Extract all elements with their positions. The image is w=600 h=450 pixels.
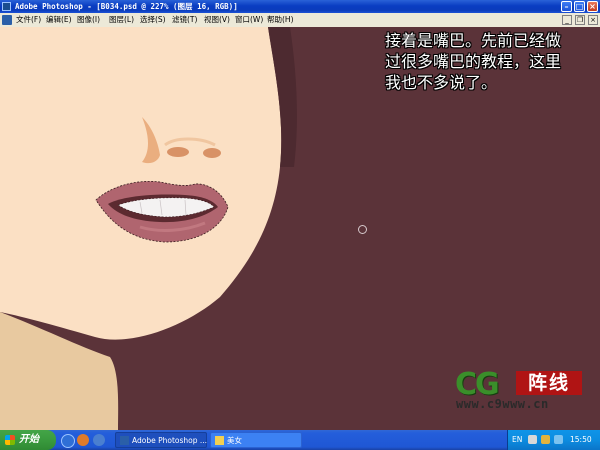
logo-url: www.c9www.cn [456,397,549,411]
logo-zhen: 阵线 [516,371,582,395]
language-indicator[interactable]: EN [512,430,522,450]
task-folder[interactable]: 美女 [210,432,302,448]
menu-window[interactable]: 窗口(W) [235,13,263,27]
watermark-logo: CG 阵线 www.c9www.cn [452,367,592,415]
tray-app-icon[interactable] [541,435,550,444]
document-icon[interactable] [2,15,12,25]
keyboard-icon[interactable] [528,435,537,444]
menu-file[interactable]: 文件(F) [16,13,41,27]
window-title: Adobe Photoshop - [B034.psd @ 227% (图层 1… [15,2,238,11]
menu-layer[interactable]: 图层(L) [109,13,134,27]
brush-cursor [358,225,367,234]
media-icon[interactable] [77,434,89,446]
menu-select[interactable]: 选择(S) [140,13,166,27]
photoshop-task-icon [120,436,129,445]
window-title-bar[interactable]: Adobe Photoshop - [B034.psd @ 227% (图层 1… [0,0,600,13]
photoshop-icon [2,2,11,11]
document-canvas[interactable]: 接着是嘴巴。先前已经做过很多嘴巴的教程，这里我也不多说了。 CG 阵线 www.… [0,27,600,430]
folder-icon [215,436,224,445]
taskbar: 开始 Adobe Photoshop ... 美女 EN 15:50 [0,430,600,450]
volume-icon[interactable] [554,435,563,444]
menu-edit[interactable]: 编辑(E) [46,13,72,27]
system-tray: EN 15:50 [507,430,600,450]
windows-flag-icon [5,435,15,445]
start-button[interactable]: 开始 [0,430,56,450]
doc-minimize-button[interactable]: _ [562,15,572,25]
desktop-icon[interactable] [93,434,105,446]
close-button[interactable]: × [587,1,598,12]
ie-icon[interactable] [61,434,75,448]
doc-close-button[interactable]: × [588,15,598,25]
clock[interactable]: 15:50 [570,430,592,450]
minimize-button[interactable]: – [561,1,572,12]
task-label: Adobe Photoshop ... [132,436,208,445]
menu-image[interactable]: 图像(I) [77,13,100,27]
task-label: 美女 [227,436,242,445]
menu-view[interactable]: 视图(V) [204,13,230,27]
menu-filter[interactable]: 滤镜(T) [172,13,197,27]
task-photoshop[interactable]: Adobe Photoshop ... [115,432,207,448]
doc-restore-button[interactable]: ❐ [575,15,585,25]
maximize-button[interactable]: □ [574,1,585,12]
menu-bar: 文件(F) 编辑(E) 图像(I) 图层(L) 选择(S) 滤镜(T) 视图(V… [0,13,600,27]
menu-help[interactable]: 帮助(H) [267,13,294,27]
tutorial-caption: 接着是嘴巴。先前已经做过很多嘴巴的教程，这里我也不多说了。 [385,31,562,92]
start-label: 开始 [19,434,39,445]
